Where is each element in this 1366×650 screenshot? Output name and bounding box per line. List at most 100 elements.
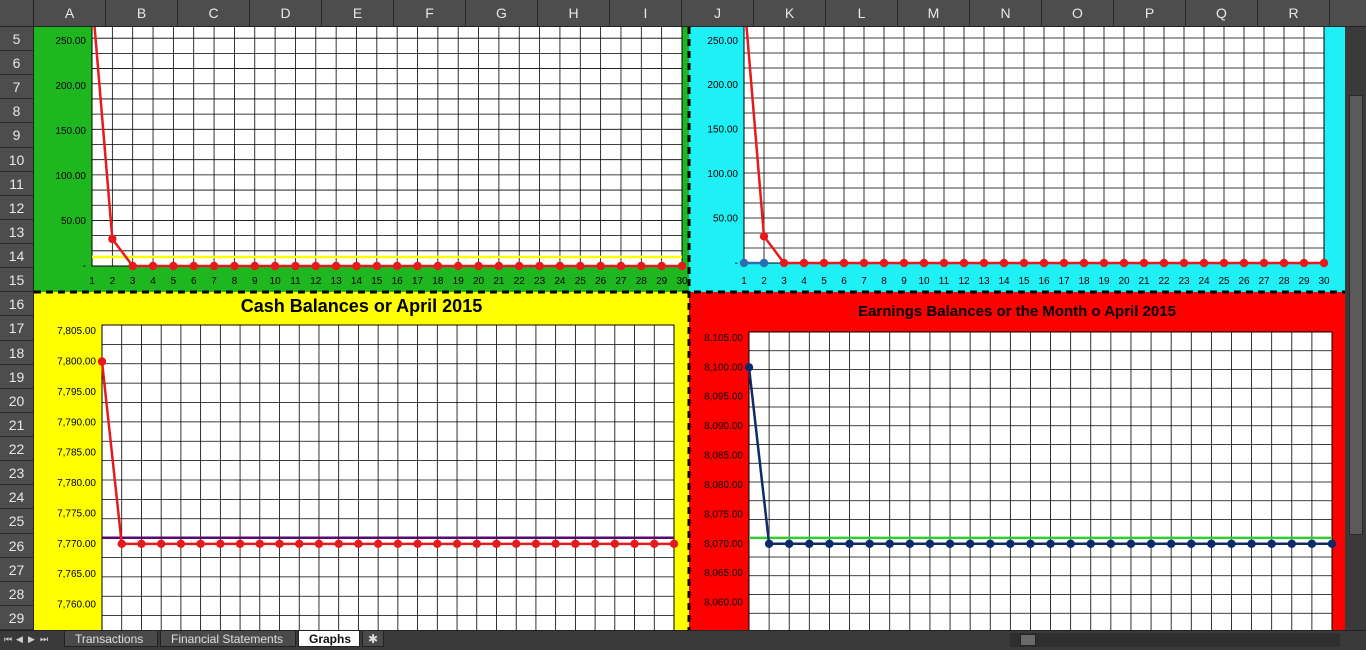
horizontal-scrollbar[interactable] (1010, 633, 1340, 647)
y-tick-label: 150.00 (707, 125, 738, 136)
chart-3-data-point (571, 539, 580, 549)
chart-4-data-point (986, 539, 995, 548)
chart-3-data-point (650, 539, 659, 549)
row-header-6[interactable]: 6 (0, 51, 33, 76)
y-tick-label: 7,790.00 (57, 417, 96, 428)
chart-1-data-point (494, 261, 504, 271)
column-header-h[interactable]: H (538, 0, 610, 26)
row-header-5[interactable]: 5 (0, 27, 33, 52)
row-header-10[interactable]: 10 (0, 148, 33, 172)
chart-3-data-point (137, 539, 146, 549)
y-tick-label: 8,095.00 (704, 392, 743, 403)
charts-canvas: -50.00100.00150.00200.00250.001 2 3 4 5 6 7 8 9 1… (34, 27, 1345, 630)
column-header-k[interactable]: K (754, 0, 826, 26)
row-header-15[interactable]: 15 (0, 268, 33, 293)
row-header-9[interactable]: 9 (0, 123, 33, 148)
chart-1-data-point (169, 261, 178, 271)
x-tick-label: 8 (881, 276, 887, 287)
y-tick-label: 7,770.00 (57, 539, 96, 550)
chart-4-data-point (825, 539, 834, 548)
next-sheet-icon[interactable]: ▶ (28, 631, 35, 648)
row-header-17[interactable]: 17 (0, 316, 33, 341)
x-tick-label: 29 (656, 276, 668, 287)
row-header-23[interactable]: 23 (0, 461, 33, 486)
column-header-g[interactable]: G (466, 0, 538, 26)
vertical-scroll-thumb[interactable] (1349, 95, 1363, 535)
row-header-14[interactable]: 14 (0, 244, 33, 269)
row-header-11[interactable]: 11 (0, 172, 33, 196)
column-header-c[interactable]: C (178, 0, 250, 26)
row-header-19[interactable]: 19 (0, 365, 33, 389)
row-header-18[interactable]: 18 (0, 341, 33, 365)
tab-transactions[interactable]: Transactions (64, 631, 158, 647)
chart-4-data-point (1247, 539, 1256, 548)
x-tick-label: 10 (918, 276, 930, 287)
chart-3-data-point (452, 539, 462, 549)
column-header-i[interactable]: I (610, 0, 682, 26)
column-header-f[interactable]: F (394, 0, 466, 26)
column-header-j[interactable]: J (682, 0, 754, 26)
row-header-12[interactable]: 12 (0, 196, 33, 220)
row-header-22[interactable]: 22 (0, 437, 33, 462)
first-sheet-icon[interactable]: ⏮ (4, 631, 12, 648)
column-header-d[interactable]: D (250, 0, 322, 26)
x-tick-label: 18 (1078, 276, 1090, 287)
tab-graphs[interactable]: Graphs (298, 631, 360, 647)
row-header-26[interactable]: 26 (0, 534, 33, 558)
row-header-13[interactable]: 13 (0, 220, 33, 245)
column-header-e[interactable]: E (322, 0, 394, 26)
row-header-20[interactable]: 20 (0, 389, 33, 413)
column-header-o[interactable]: O (1042, 0, 1114, 26)
row-header-25[interactable]: 25 (0, 509, 33, 534)
y-tick-label: 7,805.00 (57, 326, 96, 337)
last-sheet-icon[interactable]: ⏭ (40, 631, 48, 648)
x-tick-label: 13 (331, 276, 343, 287)
chart-1-data-point (413, 261, 422, 271)
chart-3-data-point (156, 539, 166, 549)
x-tick-label: 23 (534, 276, 546, 287)
x-tick-label: 9 (901, 276, 907, 287)
x-tick-label: 11 (290, 276, 301, 287)
select-all-corner[interactable] (0, 0, 34, 26)
chart-2-data-point (1059, 258, 1069, 268)
chart-4-data-point (865, 539, 874, 548)
column-header-r[interactable]: R (1258, 0, 1330, 26)
row-header-7[interactable]: 7 (0, 75, 33, 100)
chart-4-data-point (1086, 539, 1095, 548)
insert-sheet-icon[interactable]: ✱ (362, 631, 384, 647)
tab-financial-statements[interactable]: Financial Statements (160, 631, 296, 647)
column-header-p[interactable]: P (1114, 0, 1186, 26)
chart-3-data-point (97, 357, 107, 366)
column-header-l[interactable]: L (826, 0, 898, 26)
column-header-q[interactable]: Q (1186, 0, 1258, 26)
row-header-24[interactable]: 24 (0, 485, 33, 510)
chart-2-data-point (739, 258, 749, 268)
column-header-b[interactable]: B (106, 0, 178, 26)
chart-2-data-point (1259, 258, 1269, 268)
chart-2-data-point (799, 258, 809, 268)
x-tick-label: 30 (676, 276, 688, 287)
x-tick-label: 30 (1318, 276, 1330, 287)
column-header-a[interactable]: A (34, 0, 106, 26)
row-header-27[interactable]: 27 (0, 558, 33, 582)
chart-4-data-point (965, 539, 975, 548)
row-header-16[interactable]: 16 (0, 292, 33, 317)
column-header-m[interactable]: M (898, 0, 970, 26)
column-header-n[interactable]: N (970, 0, 1042, 26)
chart-1-data-point (189, 261, 198, 271)
x-tick-label: 17 (412, 276, 424, 287)
worksheet-grid[interactable]: -50.00 100.00 150.00 200.00 250.00 1 2 3 4 5 6 7 8 9 1… (34, 27, 1345, 630)
horizontal-scroll-thumb[interactable] (1020, 634, 1036, 646)
row-header-28[interactable]: 28 (0, 582, 33, 606)
y-tick-label: 8,090.00 (704, 421, 743, 432)
chart-2-data-point (759, 232, 769, 241)
x-tick-label: 24 (1198, 276, 1210, 287)
prev-sheet-icon[interactable]: ◀ (16, 631, 23, 648)
chart-3-data-point (373, 539, 383, 549)
row-header-8[interactable]: 8 (0, 99, 33, 124)
row-header-29[interactable]: 29 (0, 606, 33, 630)
chart-2-data-point (759, 258, 769, 268)
chart-3-data-point (216, 539, 225, 549)
chart-2-data-point (779, 258, 789, 268)
row-header-21[interactable]: 21 (0, 413, 33, 438)
